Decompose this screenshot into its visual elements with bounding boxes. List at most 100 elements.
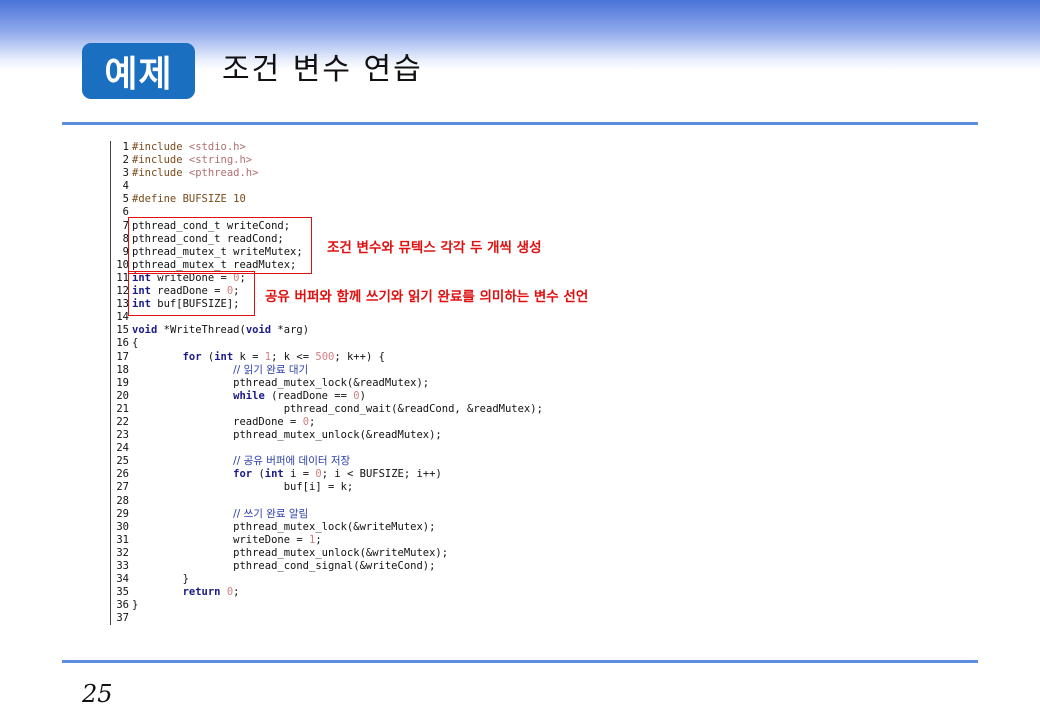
code-token: 500 [315, 350, 335, 363]
line-number: 28 [116, 494, 129, 507]
line-number: 25 [116, 455, 129, 468]
example-badge: 예제 [82, 43, 195, 99]
line-number: 26 [116, 468, 129, 481]
code-token: ; [233, 586, 240, 599]
annotation-shared-vars: 공유 버퍼와 함께 쓰기와 읽기 완료를 의미하는 변수 선언 [265, 289, 589, 305]
code-line: 3 #include <pthread.h> [111, 167, 543, 180]
top-divider [62, 122, 978, 125]
line-number: 31 [116, 533, 129, 546]
code-text: #include <stdio.h> [132, 141, 246, 154]
code-token: pthread_mutex_unlock(&readMutex); [132, 429, 442, 442]
code-line: 20 while (readDone == 0) [111, 390, 543, 403]
line-number: 24 [116, 442, 129, 455]
bottom-divider [62, 660, 978, 663]
code-token: // 쓰기 완료 알림 [233, 507, 309, 520]
code-token: pthread_cond_wait(&readCond, &readMutex)… [132, 402, 543, 415]
code-token: writeDone = [132, 533, 310, 546]
code-text: // 읽기 완료 대기 [132, 364, 308, 377]
line-number: 30 [116, 520, 129, 533]
code-line: 21 pthread_cond_wait(&readCond, &readMut… [111, 403, 543, 416]
line-number: 29 [116, 507, 129, 520]
code-line: 27 buf[i] = k; [111, 481, 543, 494]
code-token: k = [233, 350, 265, 363]
code-token: ; k++) { [334, 350, 385, 363]
line-number: 37 [116, 612, 129, 625]
page-number: 25 [82, 680, 113, 708]
code-token: #include [132, 141, 189, 153]
code-text: for (int k = 1; k <= 500; k++) { [132, 351, 385, 364]
code-token: #include [132, 167, 189, 180]
code-token: #define BUFSIZE 10 [132, 193, 246, 206]
code-line: 23 pthread_mutex_unlock(&readMutex); [111, 429, 543, 442]
code-token: #include [132, 154, 189, 167]
code-text: writeDone = 1; [132, 534, 322, 547]
code-line: 24 [111, 442, 543, 455]
code-text: pthread_mutex_unlock(&writeMutex); [132, 547, 448, 560]
code-line: 16{ [111, 337, 543, 350]
annotation-sync-vars: 조건 변수와 뮤텍스 각각 두 개씩 생성 [327, 240, 542, 256]
code-line: 5 #define BUFSIZE 10 [111, 193, 543, 206]
code-line: 32 pthread_mutex_unlock(&writeMutex); [111, 547, 543, 560]
line-number: 32 [116, 546, 129, 559]
code-token: <stdio.h> [188, 141, 246, 153]
line-number: 5 [122, 193, 129, 206]
code-line: 18 // 읽기 완료 대기 [111, 364, 543, 377]
code-text: #include <string.h> [132, 154, 252, 167]
line-number: 34 [116, 573, 129, 586]
code-token: int [214, 350, 234, 363]
code-line: 33 pthread_cond_signal(&writeCond); [111, 560, 543, 573]
code-token: int [264, 468, 284, 481]
code-text: { [132, 337, 138, 350]
code-token: readDone = [132, 415, 303, 428]
code-token: pthread_mutex_lock(&writeMutex); [132, 520, 436, 533]
code-token: ; [309, 415, 316, 428]
code-text: } [132, 599, 138, 612]
highlight-box-shared-vars [128, 271, 255, 316]
code-text: void *WriteThread(void *arg) [132, 324, 309, 337]
line-number: 19 [116, 376, 129, 389]
line-number: 18 [116, 363, 129, 376]
code-line: 26 for (int i = 0; i < BUFSIZE; i++) [111, 468, 543, 481]
line-number: 27 [116, 481, 129, 494]
code-line: 2 #include <string.h> [111, 154, 543, 167]
code-text: pthread_cond_signal(&writeCond); [132, 560, 435, 573]
code-text: // 공유 버퍼에 데이터 저장 [132, 455, 350, 468]
code-text: pthread_cond_wait(&readCond, &readMutex)… [132, 403, 543, 416]
code-token: pthread_cond_signal(&writeCond); [132, 560, 436, 572]
code-token: *WriteThread( [157, 324, 246, 337]
code-token: // 공유 버퍼에 데이터 저장 [233, 455, 351, 468]
code-text: buf[i] = k; [132, 481, 354, 494]
code-token: while [233, 389, 265, 402]
code-token: *arg) [271, 324, 310, 337]
code-token: <pthread.h> [188, 167, 259, 180]
line-number: 1 [122, 141, 129, 153]
code-line: 22 readDone = 0; [111, 416, 543, 429]
code-line: 17 for (int k = 1; k <= 500; k++) { [111, 351, 543, 364]
code-text: readDone = 0; [132, 416, 315, 429]
code-token: pthread_mutex_lock(&readMutex); [132, 376, 430, 389]
code-token: ) [359, 389, 366, 402]
line-number: 33 [116, 560, 129, 572]
slide-title: 조건 변수 연습 [222, 52, 423, 87]
line-number: 17 [116, 350, 129, 363]
code-token: for [233, 468, 253, 481]
line-number: 20 [116, 389, 129, 402]
line-number: 4 [122, 180, 129, 193]
code-token: ; i < BUFSIZE; i++) [321, 468, 442, 481]
line-number: 35 [116, 586, 129, 599]
code-text: #define BUFSIZE 10 [132, 193, 246, 206]
code-line: 36} [111, 599, 543, 612]
code-line: 30 pthread_mutex_lock(&writeMutex); [111, 521, 543, 534]
code-line: 1 #include <stdio.h> [111, 141, 543, 154]
code-line: 15 void *WriteThread(void *arg) [111, 324, 543, 337]
code-line: 37 [111, 612, 543, 625]
code-token: i = [283, 468, 316, 481]
line-number: 21 [116, 402, 129, 415]
code-text: while (readDone == 0) [132, 390, 366, 403]
code-token: ; k <= [271, 350, 316, 363]
